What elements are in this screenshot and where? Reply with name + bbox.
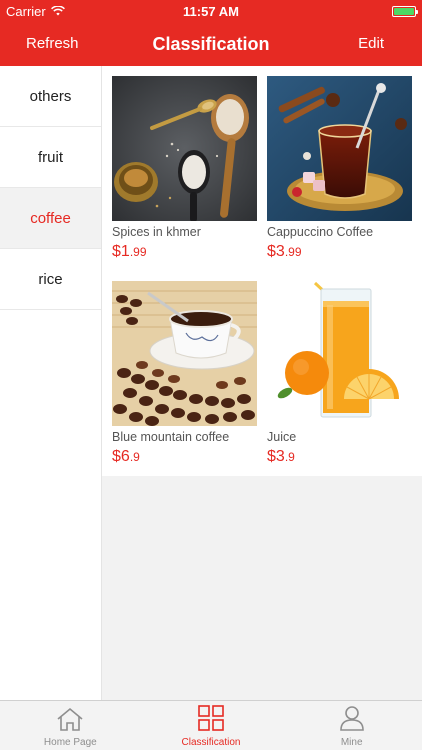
product-name: Cappuccino Coffee: [267, 225, 374, 239]
product-card-blue-mountain[interactable]: Blue mountain coffee $6.9: [112, 281, 257, 466]
product-name: Juice: [267, 430, 297, 444]
product-card-juice[interactable]: Juice $3.9: [267, 281, 412, 466]
tab-classification[interactable]: Classification: [141, 701, 282, 750]
product-price: $1.99: [112, 243, 147, 260]
tab-label: Classification: [181, 737, 241, 748]
product-image-blue-mountain: [112, 281, 257, 426]
product-price: $3.9: [267, 448, 295, 465]
product-price: $3.99: [267, 243, 302, 260]
product-name: Spices in khmer: [112, 225, 201, 239]
tab-label: Mine: [340, 737, 363, 748]
product-image-juice: [267, 281, 412, 426]
battery-icon: [392, 5, 418, 17]
status-bar: Carrier 11:57 AM: [0, 0, 422, 22]
tab-label: Home Page: [43, 737, 97, 748]
product-content: Spices in khmer $1.99 Cappuccino Coffee …: [102, 66, 422, 700]
navigation-bar: Refresh Classification Edit: [0, 22, 422, 66]
person-icon: [339, 705, 365, 737]
product-card-spices[interactable]: Spices in khmer $1.99: [112, 76, 257, 261]
carrier-label: Carrier: [6, 3, 46, 19]
wifi-icon: [50, 4, 65, 19]
tab-home[interactable]: Home Page: [0, 701, 141, 750]
category-item-rice[interactable]: rice: [0, 249, 101, 310]
edit-button[interactable]: Edit: [358, 22, 384, 66]
tab-bar: Home Page Classification Mine: [0, 700, 422, 750]
category-item-fruit[interactable]: fruit: [0, 127, 101, 188]
product-name: Blue mountain coffee: [112, 430, 230, 444]
home-icon: [56, 707, 84, 737]
grid-icon: [198, 705, 224, 737]
category-sidebar: others fruit coffee rice: [0, 66, 102, 700]
category-item-coffee[interactable]: coffee: [0, 188, 101, 249]
product-card-cappuccino[interactable]: Cappuccino Coffee $3.99: [267, 76, 412, 261]
status-left: Carrier: [6, 4, 65, 19]
category-item-others[interactable]: others: [0, 66, 101, 127]
product-image-cappuccino: [267, 76, 412, 221]
tab-mine[interactable]: Mine: [281, 701, 422, 750]
product-image-spices: [112, 76, 257, 221]
product-price: $6.9: [112, 448, 140, 465]
